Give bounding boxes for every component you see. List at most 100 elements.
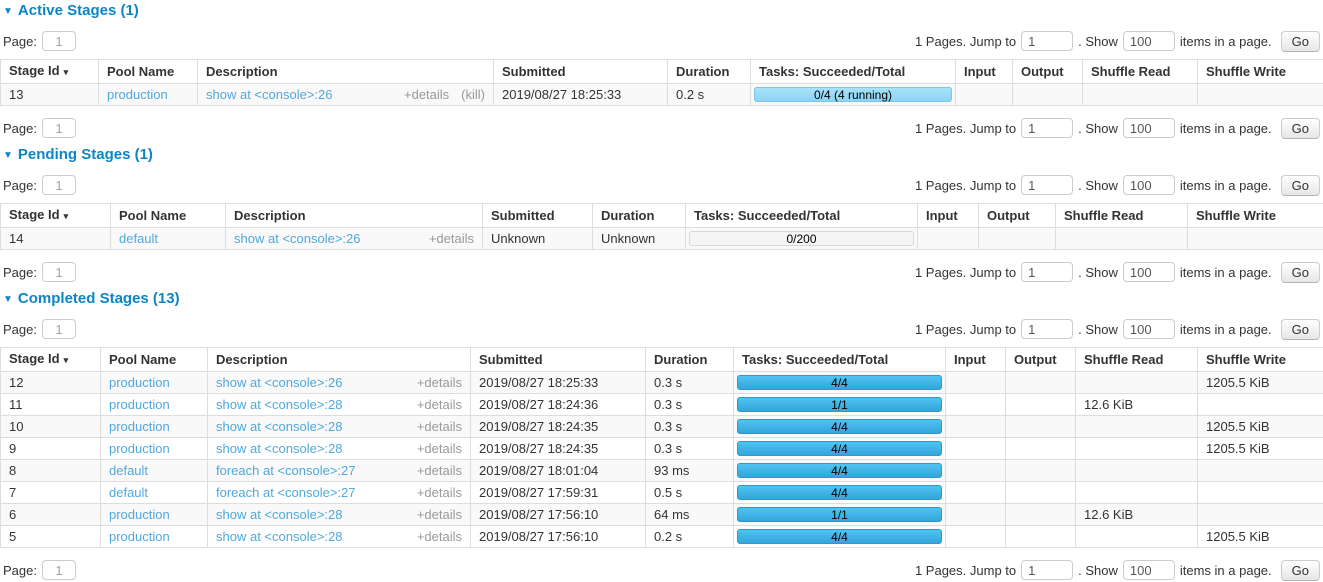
details-toggle[interactable]: +details: [417, 463, 462, 478]
description-link[interactable]: show at <console>:26: [216, 375, 342, 390]
col-header-stage-id[interactable]: Stage Id▾: [1, 60, 99, 84]
description-link[interactable]: foreach at <console>:27: [216, 463, 356, 478]
show-items-input[interactable]: [1123, 560, 1175, 580]
details-toggle[interactable]: +details: [417, 529, 462, 544]
page-number-input[interactable]: [42, 262, 76, 282]
col-header-output[interactable]: Output: [1006, 348, 1076, 372]
section-heading-pending[interactable]: ▼Pending Stages (1): [3, 146, 1323, 163]
col-header-shuffle-write[interactable]: Shuffle Write: [1198, 348, 1323, 372]
description-actions: +details: [417, 397, 462, 412]
jump-to-input[interactable]: [1021, 175, 1073, 195]
col-header-submitted[interactable]: Submitted: [471, 348, 646, 372]
go-button[interactable]: Go: [1281, 118, 1320, 139]
col-header-shuffle-write[interactable]: Shuffle Write: [1198, 60, 1323, 84]
pool-name-link[interactable]: production: [107, 87, 168, 102]
show-items-input[interactable]: [1123, 31, 1175, 51]
col-header-submitted[interactable]: Submitted: [494, 60, 668, 84]
submitted-cell: Unknown: [483, 228, 593, 250]
jump-to-input[interactable]: [1021, 31, 1073, 51]
col-header-label: Submitted: [479, 352, 543, 367]
col-header-description[interactable]: Description: [198, 60, 494, 84]
kill-link[interactable]: (kill): [461, 87, 485, 102]
col-header-shuffle-read[interactable]: Shuffle Read: [1083, 60, 1198, 84]
col-header-pool[interactable]: Pool Name: [111, 204, 226, 228]
jump-to-input[interactable]: [1021, 118, 1073, 138]
description-link[interactable]: show at <console>:26: [206, 87, 332, 102]
description-link[interactable]: foreach at <console>:27: [216, 485, 356, 500]
col-header-input[interactable]: Input: [918, 204, 979, 228]
col-header-shuffle-write[interactable]: Shuffle Write: [1188, 204, 1323, 228]
description-link[interactable]: show at <console>:28: [216, 507, 342, 522]
col-header-duration[interactable]: Duration: [668, 60, 751, 84]
duration-cell: 0.2 s: [646, 526, 734, 548]
col-header-shuffle-read[interactable]: Shuffle Read: [1056, 204, 1188, 228]
page-number-input[interactable]: [42, 31, 76, 51]
pool-name-link[interactable]: default: [109, 463, 148, 478]
jump-to-input[interactable]: [1021, 319, 1073, 339]
description-link[interactable]: show at <console>:28: [216, 441, 342, 456]
details-toggle[interactable]: +details: [417, 441, 462, 456]
description-link[interactable]: show at <console>:28: [216, 529, 342, 544]
details-toggle[interactable]: +details: [417, 485, 462, 500]
pool-name-link[interactable]: production: [109, 397, 170, 412]
go-button[interactable]: Go: [1281, 175, 1320, 196]
details-toggle[interactable]: +details: [417, 419, 462, 434]
description-link[interactable]: show at <console>:26: [234, 231, 360, 246]
page-number-input[interactable]: [42, 560, 76, 580]
col-header-shuffle-read[interactable]: Shuffle Read: [1076, 348, 1198, 372]
section-heading-active[interactable]: ▼Active Stages (1): [3, 2, 1323, 19]
details-toggle[interactable]: +details: [417, 375, 462, 390]
col-header-stage-id[interactable]: Stage Id▾: [1, 348, 101, 372]
pool-name-link[interactable]: production: [109, 419, 170, 434]
details-toggle[interactable]: +details: [404, 87, 449, 102]
section-completed: ▼Completed Stages (13)Page:1 Pages. Jump…: [0, 290, 1323, 582]
details-toggle[interactable]: +details: [417, 507, 462, 522]
col-header-output[interactable]: Output: [1013, 60, 1083, 84]
show-label: . Show: [1078, 265, 1118, 280]
col-header-input[interactable]: Input: [946, 348, 1006, 372]
col-header-stage-id[interactable]: Stage Id▾: [1, 204, 111, 228]
pool-name-link[interactable]: default: [109, 485, 148, 500]
jump-to-input[interactable]: [1021, 262, 1073, 282]
go-button[interactable]: Go: [1281, 31, 1320, 52]
col-header-label: Stage Id: [9, 63, 60, 78]
col-header-pool[interactable]: Pool Name: [99, 60, 198, 84]
col-header-tasks[interactable]: Tasks: Succeeded/Total: [734, 348, 946, 372]
go-button[interactable]: Go: [1281, 319, 1320, 340]
go-button[interactable]: Go: [1281, 262, 1320, 283]
show-items-input[interactable]: [1123, 262, 1175, 282]
col-header-label: Output: [987, 208, 1030, 223]
description-wrap: show at <console>:28 +details: [216, 419, 462, 434]
col-header-tasks[interactable]: Tasks: Succeeded/Total: [686, 204, 918, 228]
col-header-label: Input: [954, 352, 986, 367]
col-header-input[interactable]: Input: [956, 60, 1013, 84]
show-items-input[interactable]: [1123, 175, 1175, 195]
jump-to-input[interactable]: [1021, 560, 1073, 580]
col-header-tasks[interactable]: Tasks: Succeeded/Total: [751, 60, 956, 84]
go-button[interactable]: Go: [1281, 560, 1320, 581]
description-link[interactable]: show at <console>:28: [216, 419, 342, 434]
col-header-duration[interactable]: Duration: [593, 204, 686, 228]
show-items-input[interactable]: [1123, 319, 1175, 339]
description-link[interactable]: show at <console>:28: [216, 397, 342, 412]
show-items-input[interactable]: [1123, 118, 1175, 138]
show-label: . Show: [1078, 322, 1118, 337]
col-header-description[interactable]: Description: [208, 348, 471, 372]
details-toggle[interactable]: +details: [429, 231, 474, 246]
page-number-input[interactable]: [42, 319, 76, 339]
page-number-input[interactable]: [42, 175, 76, 195]
pool-name-link[interactable]: production: [109, 441, 170, 456]
col-header-duration[interactable]: Duration: [646, 348, 734, 372]
col-header-pool[interactable]: Pool Name: [101, 348, 208, 372]
details-toggle[interactable]: +details: [417, 397, 462, 412]
page-number-input[interactable]: [42, 118, 76, 138]
col-header-submitted[interactable]: Submitted: [483, 204, 593, 228]
pool-name-link[interactable]: production: [109, 529, 170, 544]
pool-name-link[interactable]: production: [109, 507, 170, 522]
col-header-output[interactable]: Output: [979, 204, 1056, 228]
col-header-description[interactable]: Description: [226, 204, 483, 228]
pagination-row: Page:1 Pages. Jump to. Showitems in a pa…: [3, 173, 1320, 197]
pool-name-link[interactable]: production: [109, 375, 170, 390]
section-heading-completed[interactable]: ▼Completed Stages (13): [3, 290, 1323, 307]
pool-name-link[interactable]: default: [119, 231, 158, 246]
